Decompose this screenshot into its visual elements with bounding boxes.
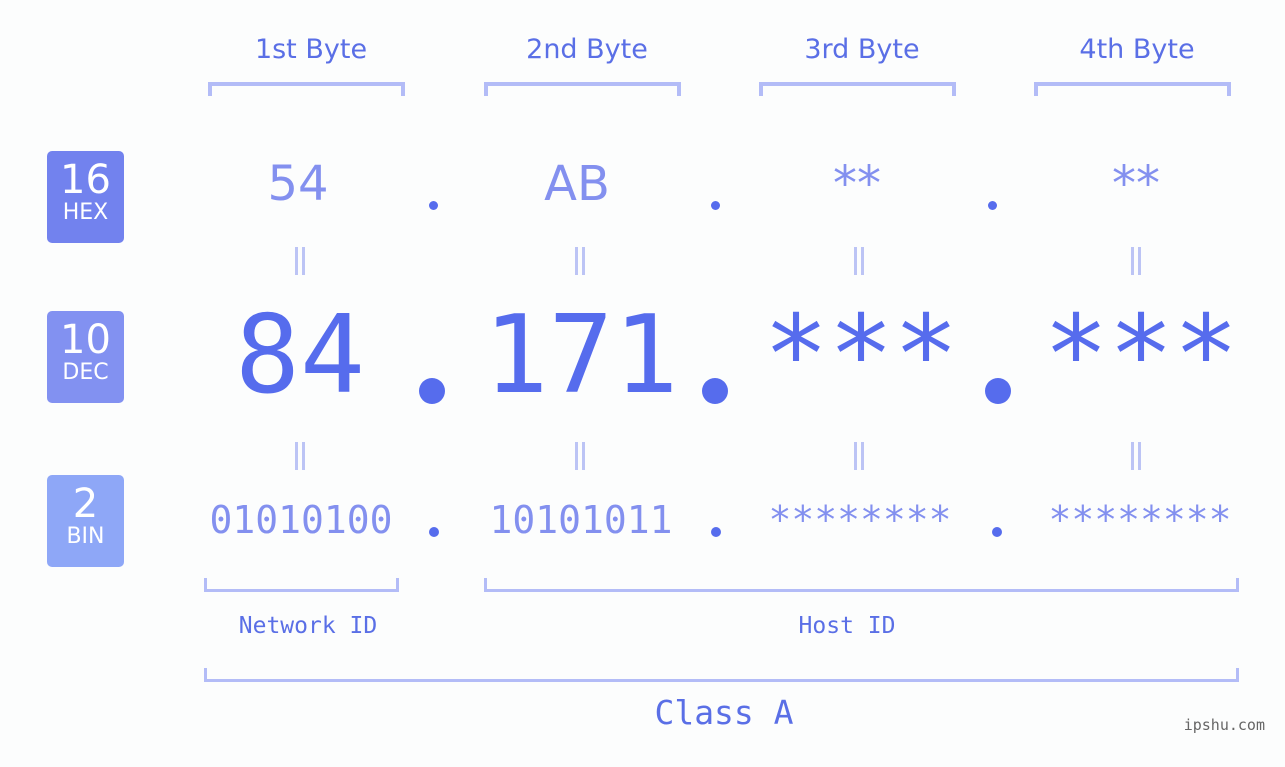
dec-separator-2 <box>702 378 728 404</box>
byte-header-1: 1st Byte <box>254 34 368 65</box>
dec-base: 10 <box>60 317 111 363</box>
hex-base: 16 <box>60 157 111 203</box>
host-id-label: Host ID <box>798 613 896 639</box>
equals-icon <box>293 247 307 275</box>
host-id-bracket <box>484 578 1239 592</box>
bin-byte-3: ******** <box>768 498 952 542</box>
bin-label: BIN <box>66 524 105 549</box>
hex-label: HEX <box>62 200 109 225</box>
equals-icon <box>1129 442 1143 470</box>
byte-bracket-2 <box>484 82 681 96</box>
equals-icon <box>852 442 866 470</box>
network-id-bracket <box>204 578 399 592</box>
byte-bracket-1 <box>208 82 405 96</box>
byte-header-4: 4th Byte <box>1079 34 1195 65</box>
equals-icon <box>293 442 307 470</box>
dec-byte-3: *** <box>763 293 959 418</box>
class-label: Class A <box>654 693 794 732</box>
hex-byte-1: 54 <box>267 156 329 212</box>
bin-byte-4: ******** <box>1048 498 1232 542</box>
bin-separator-2 <box>711 527 721 537</box>
equals-icon <box>852 247 866 275</box>
hex-separator-3 <box>988 201 997 210</box>
hex-byte-2: AB <box>544 156 610 212</box>
hex-byte-4: ** <box>1112 156 1160 212</box>
hex-separator-1 <box>429 201 438 210</box>
hex-separator-2 <box>711 201 720 210</box>
dec-separator-3 <box>985 378 1011 404</box>
hex-byte-3: ** <box>833 156 881 212</box>
equals-icon <box>573 247 587 275</box>
byte-bracket-4 <box>1034 82 1231 96</box>
bin-badge: 2 BIN <box>47 475 124 567</box>
equals-icon <box>1129 247 1143 275</box>
bin-byte-2: 10101011 <box>489 498 673 542</box>
hex-badge: 16 HEX <box>47 151 124 243</box>
dec-label: DEC <box>62 360 109 385</box>
bin-separator-3 <box>992 527 1002 537</box>
class-bracket <box>204 668 1239 682</box>
dec-separator-1 <box>419 378 445 404</box>
byte-header-2: 2nd Byte <box>526 34 648 65</box>
byte-bracket-3 <box>759 82 956 96</box>
byte-header-3: 3rd Byte <box>804 34 920 65</box>
dec-byte-2: 171 <box>483 293 679 418</box>
watermark: ipshu.com <box>1183 716 1265 734</box>
bin-separator-1 <box>429 527 439 537</box>
bin-base: 2 <box>72 481 99 527</box>
bin-byte-1: 01010100 <box>209 498 393 542</box>
dec-byte-1: 84 <box>234 293 366 418</box>
equals-icon <box>573 442 587 470</box>
dec-byte-4: *** <box>1043 293 1239 418</box>
dec-badge: 10 DEC <box>47 311 124 403</box>
network-id-label: Network ID <box>238 613 378 639</box>
